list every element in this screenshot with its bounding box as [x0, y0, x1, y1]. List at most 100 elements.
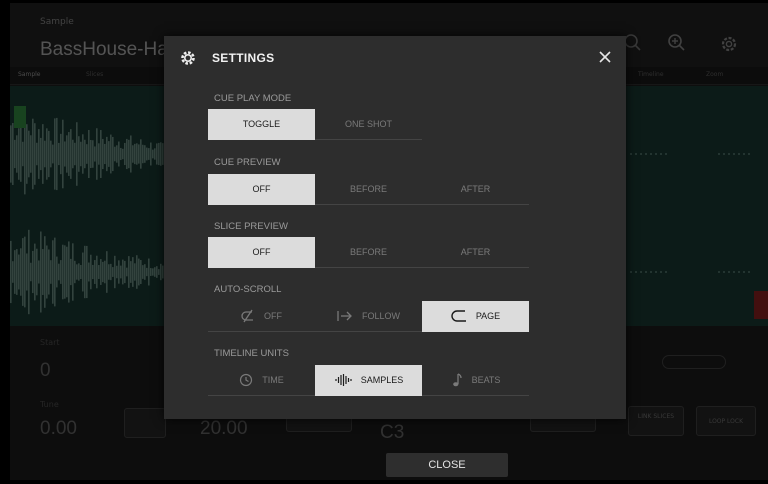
sample-name[interactable]: BassHouse-Ha [40, 39, 168, 61]
slice-preview-after-option[interactable]: AFTER [422, 237, 529, 268]
sample-label: Sample [40, 17, 74, 27]
waveform-bar [78, 263, 80, 281]
waveform-bar [34, 243, 36, 301]
waveform-bar [140, 139, 142, 169]
scroll-off-icon [241, 309, 253, 323]
start-value[interactable]: 0 [40, 360, 51, 382]
waveform-bar [64, 245, 66, 299]
waveform-bar [96, 255, 98, 289]
timeline-units-time-option[interactable]: TIME [208, 365, 315, 396]
waveform-bar [126, 267, 128, 277]
start-marker[interactable] [14, 106, 26, 128]
waveform-bar [108, 264, 110, 280]
loop-toggle[interactable] [662, 355, 726, 369]
waveform-bar [100, 259, 102, 285]
waveform-bar [34, 123, 36, 185]
waveform-bar [122, 148, 124, 160]
cue-preview-before-option[interactable]: BEFORE [315, 174, 422, 205]
waveform-bar [160, 263, 162, 281]
waveform-bar [150, 142, 152, 166]
loop-lock-button[interactable]: LOOP LOCK [696, 406, 756, 436]
waveform-bar [90, 254, 92, 290]
cue-preview-off-option[interactable]: OFF [208, 174, 315, 205]
waveform-bar [98, 265, 100, 279]
waveform-bar [26, 124, 28, 184]
note-value[interactable]: C3 [380, 422, 404, 444]
waveform-bar [38, 260, 40, 284]
waveform-bar [38, 129, 40, 179]
cue-play-mode-one-shot-option[interactable]: ONE SHOT [315, 109, 422, 140]
waveform-bar [146, 267, 148, 277]
slice-preview-label: SLICE PREVIEW [214, 221, 288, 232]
zoom-in-icon[interactable] [662, 29, 692, 59]
end-marker[interactable] [754, 291, 768, 319]
cue-preview-after-option[interactable]: AFTER [422, 174, 529, 205]
waveform-bar [86, 144, 88, 164]
waveform-bar [54, 118, 56, 190]
follow-arrow-icon [337, 311, 352, 321]
waveform-bar [56, 256, 58, 288]
waveform-bar [16, 249, 18, 295]
waveform-bar [160, 142, 162, 166]
waveform-bar [108, 141, 110, 167]
waveform-bar [52, 144, 54, 164]
waveform-bar [54, 237, 56, 307]
waveform-bar [154, 267, 156, 277]
waveform-bar [92, 264, 94, 280]
waveform-bar [14, 139, 16, 169]
tab-timeline[interactable]: Timeline [638, 71, 664, 78]
slice-preview-before-option[interactable]: BEFORE [315, 237, 422, 268]
tab-slices[interactable]: Slices [86, 71, 103, 78]
cue-play-mode-toggle-option[interactable]: TOGGLE [208, 109, 315, 140]
link-slices-button[interactable]: LINK SLICES [628, 406, 684, 436]
auto-scroll-label: AUTO-SCROLL [214, 284, 282, 295]
timeline-units-time-label: TIME [262, 375, 284, 385]
waveform-bar [148, 258, 150, 286]
slice-preview-selector: OFF BEFORE AFTER [208, 237, 529, 268]
tune-value[interactable]: 0.00 [40, 418, 77, 440]
waveform-bar [138, 144, 140, 164]
tab-zoom[interactable]: Zoom [706, 71, 723, 78]
waveform-bar [22, 238, 24, 306]
auto-scroll-page-option[interactable]: PAGE [422, 301, 529, 332]
waveform-bar [154, 148, 156, 160]
waveform-bar [106, 251, 108, 293]
timeline-units-samples-option[interactable]: SAMPLES [315, 365, 422, 396]
waveform-bar [118, 141, 120, 167]
waveform-bar [106, 136, 108, 172]
waveform-bar [104, 143, 106, 165]
samples-waveform-icon [335, 374, 352, 386]
waveform-bar [158, 142, 160, 166]
waveform-bar [158, 269, 160, 275]
waveform-bar [28, 130, 30, 178]
auto-scroll-follow-label: FOLLOW [361, 311, 400, 321]
waveform-bar [114, 146, 116, 162]
waveform-bar [128, 139, 130, 169]
bg-button-a[interactable] [124, 408, 166, 438]
waveform-bar [112, 136, 114, 172]
mid-value[interactable]: 20.00 [200, 418, 248, 440]
waveform-bar [66, 135, 68, 173]
auto-scroll-follow-option[interactable]: FOLLOW [315, 301, 422, 332]
waveform-bar [70, 129, 72, 179]
settings-gear-icon[interactable] [714, 29, 744, 59]
slice-preview-off-option[interactable]: OFF [208, 237, 315, 268]
close-icon[interactable] [594, 46, 616, 68]
waveform-bar [124, 260, 126, 284]
waveform-bar [36, 142, 38, 166]
auto-scroll-off-option[interactable]: OFF [208, 301, 315, 332]
auto-scroll-off-label: OFF [264, 311, 282, 321]
tab-sample[interactable]: Sample [18, 71, 41, 78]
cue-preview-selector: OFF BEFORE AFTER [208, 174, 529, 205]
waveform-bar [134, 143, 136, 165]
timeline-units-label: TIMELINE UNITS [214, 348, 289, 359]
waveform-bar [80, 264, 82, 280]
close-button[interactable]: CLOSE [386, 453, 508, 477]
waveform-bar [24, 236, 26, 308]
timeline-units-beats-option[interactable]: BEATS [422, 365, 529, 396]
tune-label: Tune [40, 400, 59, 409]
waveform-bar [98, 143, 100, 165]
waveform-bar [60, 133, 62, 175]
waveform-bar [156, 143, 158, 165]
waveform-bar [12, 261, 14, 283]
